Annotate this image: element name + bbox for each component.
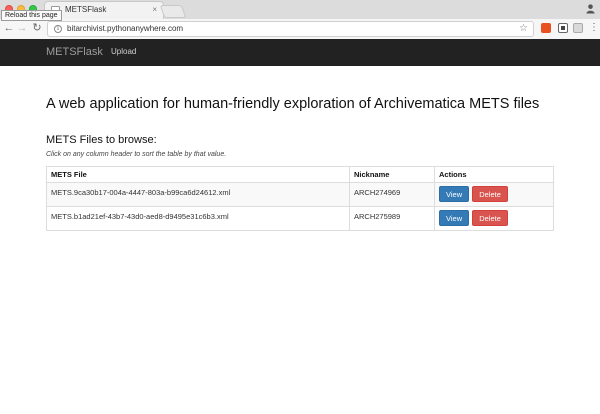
delete-button[interactable]: Delete — [472, 210, 508, 226]
sort-hint: Click on any column header to sort the t… — [46, 151, 227, 158]
extension-square-icon[interactable] — [558, 23, 568, 33]
tab-strip: METSFlask × — [0, 0, 600, 19]
browser-chrome: METSFlask × Reload this page ← → ↻ i bit… — [0, 0, 600, 39]
nickname-cell: ARCH274969 — [349, 182, 435, 207]
reload-icon[interactable]: ↻ — [31, 22, 43, 34]
star-icon[interactable]: ☆ — [519, 23, 528, 34]
mets-file-cell: METS.9ca30b17-004a-4447-803a-b99ca6d2461… — [46, 182, 350, 207]
view-button[interactable]: View — [439, 210, 470, 226]
delete-button[interactable]: Delete — [472, 186, 508, 202]
column-header-actions[interactable]: Actions — [434, 166, 554, 183]
address-bar[interactable]: i bitarchivist.pythonanywhere.com ☆ — [47, 21, 534, 37]
menu-icon[interactable]: ⋮ — [589, 22, 599, 34]
actions-cell: View Delete — [434, 182, 554, 207]
view-button[interactable]: View — [439, 186, 470, 202]
browser-toolbar: ← → ↻ i bitarchivist.pythonanywhere.com … — [0, 19, 600, 39]
table-row: METS.9ca30b17-004a-4447-803a-b99ca6d2461… — [46, 182, 554, 207]
url-text[interactable]: bitarchivist.pythonanywhere.com — [67, 24, 183, 33]
tab-close-icon[interactable]: × — [152, 5, 157, 14]
extension-shield-icon[interactable] — [541, 23, 551, 33]
extension-page-icon[interactable] — [573, 23, 583, 33]
upload-link[interactable]: Upload — [111, 47, 136, 56]
section-heading: METS Files to browse: — [46, 134, 157, 146]
tab-title: METSFlask — [65, 5, 107, 14]
app-navbar: METSFlask Upload — [0, 39, 600, 66]
mets-files-table: METS File Nickname Actions METS.9ca30b17… — [46, 166, 554, 231]
page-title: A web application for human-friendly exp… — [46, 96, 540, 112]
nickname-cell: ARCH275989 — [349, 206, 435, 231]
reload-tooltip: Reload this page — [1, 10, 62, 21]
profile-icon[interactable] — [585, 3, 596, 14]
table-header-row: METS File Nickname Actions — [46, 166, 554, 183]
column-header-mets-file[interactable]: METS File — [46, 166, 350, 183]
brand-link[interactable]: METSFlask — [46, 46, 103, 58]
table-row: METS.b1ad21ef-43b7-43d0-aed8-d9495e31c6b… — [46, 206, 554, 231]
back-icon[interactable]: ← — [3, 22, 15, 34]
info-icon[interactable]: i — [54, 25, 62, 33]
column-header-nickname[interactable]: Nickname — [349, 166, 435, 183]
browser-tab[interactable]: METSFlask × — [44, 1, 164, 19]
mets-file-cell: METS.b1ad21ef-43b7-43d0-aed8-d9495e31c6b… — [46, 206, 350, 231]
new-tab-button[interactable] — [159, 5, 187, 18]
forward-icon[interactable]: → — [16, 22, 28, 34]
actions-cell: View Delete — [434, 206, 554, 231]
